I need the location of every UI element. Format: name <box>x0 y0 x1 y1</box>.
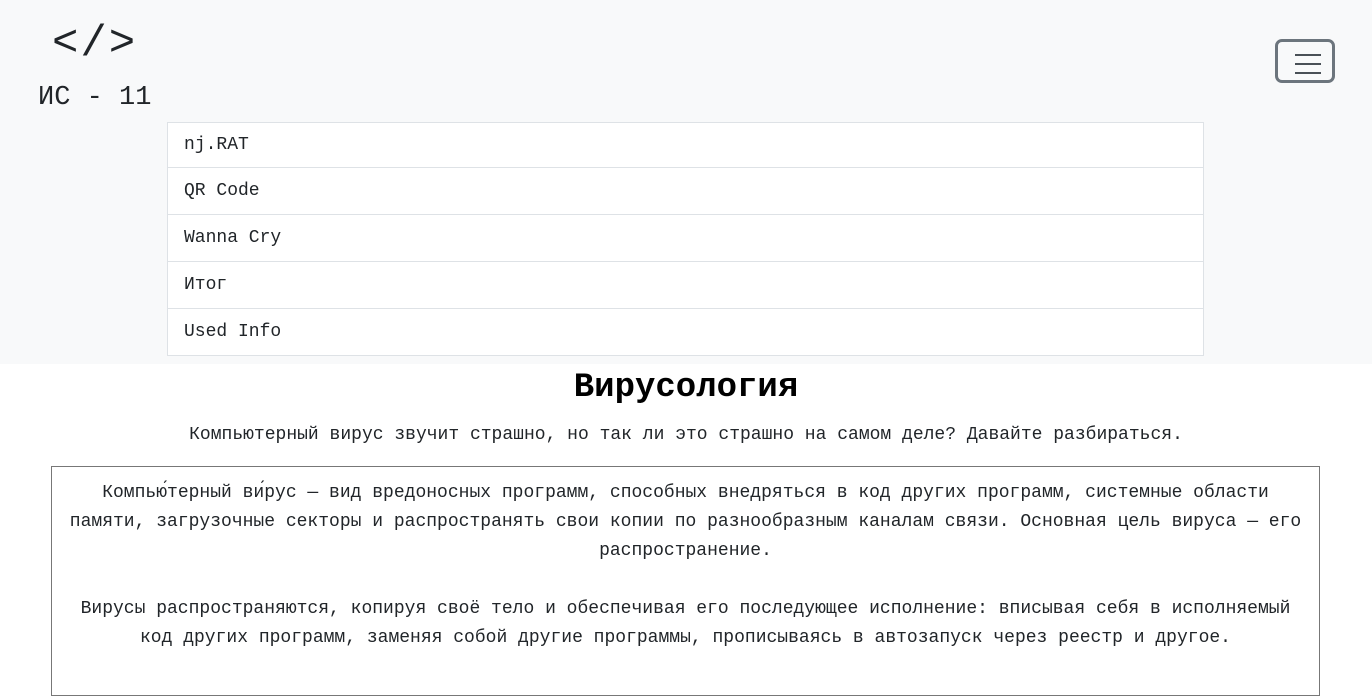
nav-item-njrat[interactable]: nj.RAT <box>167 122 1204 168</box>
nav-item-used-info[interactable]: Used Info <box>167 308 1204 356</box>
code-logo-icon[interactable]: </> <box>52 18 137 70</box>
navbar: </> ИС - 11 nj.RAT QR Code Wanna Cry Ито… <box>0 0 1372 364</box>
nav-item-wanna-cry[interactable]: Wanna Cry <box>167 214 1204 262</box>
brand-name[interactable]: ИС - 11 <box>38 82 151 114</box>
navbar-toggler-button[interactable] <box>1275 39 1335 83</box>
nav-item-itog[interactable]: Итог <box>167 261 1204 309</box>
article-box: Компью́терный ви́рус — вид вредоносных п… <box>51 466 1320 696</box>
article-paragraph: Вирусы распространяются, копируя своё те… <box>80 599 1291 648</box>
lead-text: Компьютерный вирус звучит страшно, но та… <box>189 425 1183 445</box>
article-paragraph: Компью́терный ви́рус — вид вредоносных п… <box>69 483 1302 561</box>
hamburger-icon <box>1295 54 1321 74</box>
nav-item-qr-code[interactable]: QR Code <box>167 167 1204 215</box>
nav-menu: nj.RAT QR Code Wanna Cry Итог Used Info <box>167 122 1204 356</box>
page-title: Вирусология <box>573 369 799 407</box>
